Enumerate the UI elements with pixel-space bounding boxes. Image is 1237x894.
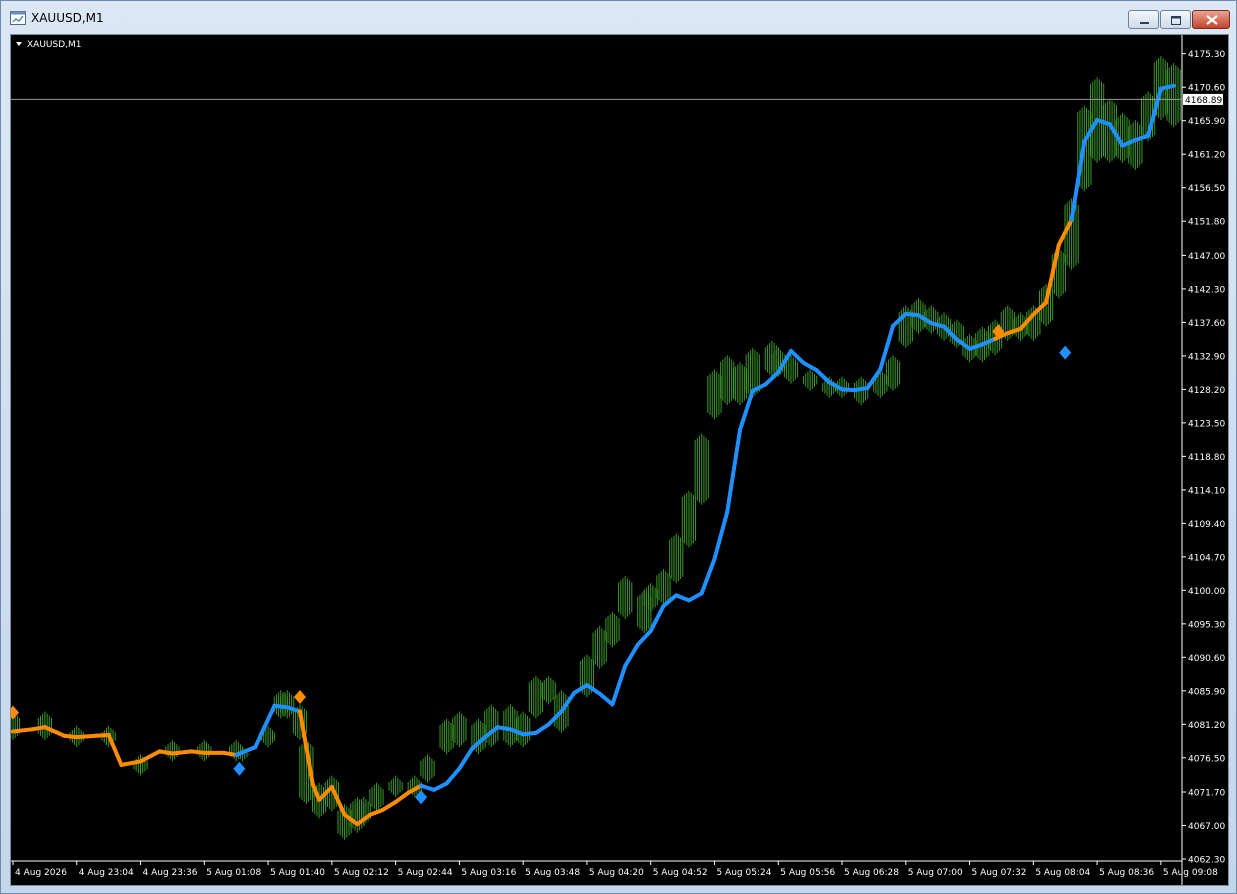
ma-segment	[380, 799, 398, 812]
x-tick-label: 4 Aug 23:36	[143, 868, 198, 878]
restore-icon	[1171, 16, 1181, 25]
y-tick-label: 4085.90	[1188, 687, 1225, 697]
current-price-value: 4168.89	[1185, 96, 1222, 106]
y-tick-label: 4081.20	[1188, 721, 1225, 731]
ma-segment	[431, 781, 449, 792]
y-tick-label: 4170.60	[1188, 84, 1225, 94]
y-tick-label: 4090.60	[1188, 654, 1225, 664]
ma-segment	[457, 746, 475, 771]
x-tick-label: 5 Aug 04:52	[653, 868, 708, 878]
y-tick-label: 4114.10	[1188, 486, 1225, 496]
ma-segment	[419, 783, 436, 792]
x-tick-label: 5 Aug 07:32	[972, 868, 1027, 878]
ma-segment	[170, 749, 194, 756]
x-tick-label: 5 Aug 05:24	[716, 868, 771, 878]
y-tick-label: 4142.30	[1188, 285, 1225, 295]
y-tick-label: 4104.70	[1188, 553, 1225, 563]
x-tick-label: 5 Aug 01:08	[206, 868, 261, 878]
maximize-button[interactable]	[1160, 10, 1191, 29]
y-tick-label: 4071.70	[1188, 789, 1225, 799]
x-tick-label: 5 Aug 09:08	[1163, 868, 1218, 878]
x-tick-label: 5 Aug 07:00	[908, 868, 963, 878]
y-tick-label: 4109.40	[1188, 520, 1225, 530]
y-tick-label: 4128.20	[1188, 386, 1225, 396]
terminal-window: XAUUSD,M1 XAUUSD,M1 4175.30 4170.60 4165.9…	[0, 0, 1237, 894]
y-tick-label: 4062.30	[1188, 856, 1225, 866]
ma-segment	[533, 722, 551, 735]
window-title: XAUUSD,M1	[31, 11, 104, 25]
y-tick-label: 4161.20	[1188, 151, 1225, 161]
ma-segment	[712, 509, 730, 561]
buy-signal-marker	[233, 761, 246, 776]
chart-window-icon	[10, 11, 26, 25]
x-tick-label: 5 Aug 03:48	[525, 868, 580, 878]
price-bars	[11, 55, 1181, 840]
ma-segment	[699, 556, 717, 596]
ma-segment	[119, 759, 143, 767]
y-tick-label: 4076.50	[1188, 754, 1225, 764]
ma-segment	[444, 766, 462, 786]
x-tick-label: 5 Aug 05:56	[780, 868, 835, 878]
ma-segment	[297, 709, 309, 750]
y-tick-label: 4165.90	[1188, 117, 1225, 127]
ma-segment	[310, 782, 322, 802]
ma-segment	[801, 361, 819, 373]
ma-segment	[253, 730, 264, 750]
ma-segment	[42, 725, 67, 738]
y-tick-label: 4137.60	[1188, 319, 1225, 329]
x-tick-label: 5 Aug 08:36	[1099, 868, 1154, 878]
x-tick-label: 4 Aug 2026	[15, 868, 67, 878]
y-tick-label: 4175.30	[1188, 50, 1225, 60]
ma-segment	[304, 745, 315, 787]
y-tick-label: 4151.80	[1188, 218, 1225, 228]
price-axis-ticks: 4175.30 4170.60 4165.90 4161.20 4156.50 4151.…	[1182, 50, 1225, 866]
ma-segment	[725, 428, 742, 514]
ma-segment	[623, 642, 640, 668]
x-tick-label: 5 Aug 06:28	[844, 868, 899, 878]
x-tick-label: 5 Aug 02:44	[398, 868, 453, 878]
symbol-period-label: XAUUSD,M1	[27, 40, 82, 50]
y-tick-label: 4118.80	[1188, 453, 1225, 463]
minimize-icon	[1140, 22, 1149, 24]
y-tick-label: 4132.90	[1188, 352, 1225, 362]
close-button[interactable]	[1192, 10, 1230, 29]
symbol-header: XAUUSD,M1	[16, 40, 82, 50]
ma-segment	[138, 749, 162, 764]
ma-segment	[11, 727, 35, 734]
buy-signal-marker	[1059, 345, 1072, 360]
x-tick-label: 5 Aug 02:12	[334, 868, 389, 878]
signal-markers	[11, 324, 1072, 805]
y-tick-label: 4156.50	[1188, 184, 1225, 194]
ma-segment	[74, 733, 98, 740]
sell-signal-marker	[293, 689, 306, 704]
y-tick-label: 4067.00	[1188, 822, 1225, 832]
ma-segment	[1158, 83, 1176, 91]
x-tick-label: 5 Aug 08:04	[1035, 868, 1090, 878]
x-tick-label: 4 Aug 23:04	[79, 868, 134, 878]
ma-segment	[368, 807, 385, 817]
current-price-tag: 4168.89	[1183, 93, 1223, 106]
ma-segment	[648, 604, 666, 633]
ma-segment	[686, 591, 704, 603]
minimize-button[interactable]	[1128, 10, 1159, 29]
chart-area[interactable]: XAUUSD,M1 4175.30 4170.60 4165.90 4161.20 41…	[10, 34, 1229, 886]
y-tick-label: 4123.50	[1188, 419, 1225, 429]
ma-segment	[597, 691, 615, 707]
x-tick-label: 5 Aug 04:20	[589, 868, 644, 878]
y-tick-label: 4100.00	[1188, 587, 1225, 597]
x-tick-label: 5 Aug 03:16	[461, 868, 516, 878]
moving-average-line	[11, 83, 1176, 827]
ma-segment	[814, 368, 832, 385]
time-axis-ticks: 4 Aug 2026 4 Aug 23:04 4 Aug 23:36 5 Aug 01…	[12, 861, 1218, 878]
title-bar[interactable]: XAUUSD,M1	[1, 1, 1236, 35]
y-tick-label: 4095.30	[1188, 620, 1225, 630]
y-tick-label: 4147.00	[1188, 252, 1225, 262]
ma-segment	[234, 745, 258, 757]
collapse-triangle-icon[interactable]	[16, 42, 22, 46]
price-chart[interactable]: XAUUSD,M1 4175.304170.604165.904161.2041…	[11, 35, 1228, 885]
close-icon	[1206, 15, 1218, 25]
x-tick-label: 5 Aug 01:40	[270, 868, 325, 878]
ma-segment	[674, 593, 691, 603]
ma-segment	[610, 663, 628, 707]
